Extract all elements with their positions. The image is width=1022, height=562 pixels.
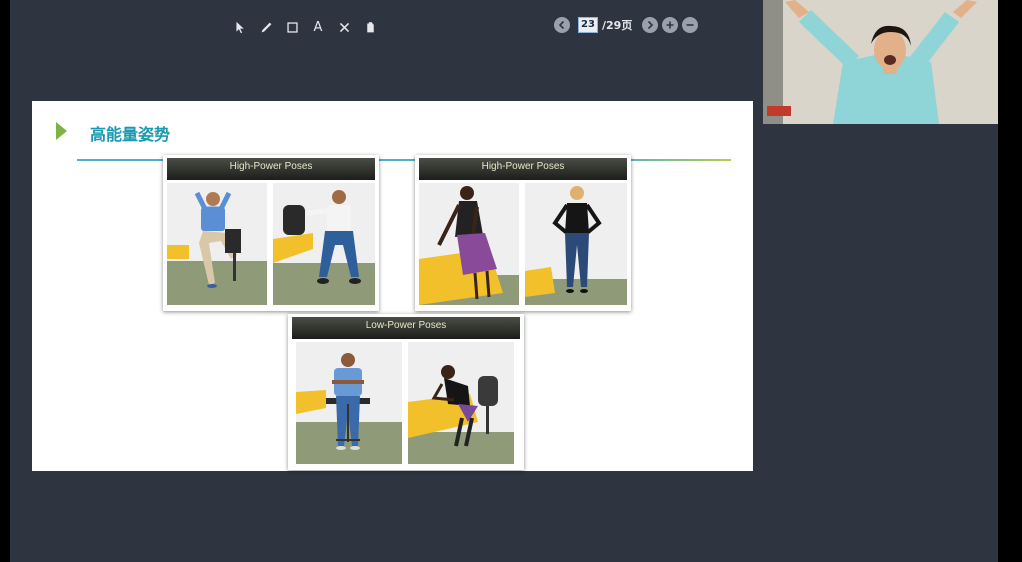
pose-card-high-1: High-Power Poses bbox=[163, 155, 379, 311]
photo-man-feet-up bbox=[273, 183, 375, 305]
plus-icon bbox=[666, 21, 674, 29]
slide-canvas: 高能量姿势 High-Power Poses High-Power Poses … bbox=[32, 101, 753, 471]
photo-woman-leaning bbox=[419, 183, 519, 305]
text-tool-glyph: A bbox=[313, 19, 323, 35]
photo-woman-slouched bbox=[408, 342, 514, 464]
slide-title: 高能量姿势 bbox=[90, 125, 171, 144]
pose-card-high-2: High-Power Poses bbox=[415, 155, 631, 311]
clear-tool-button[interactable] bbox=[336, 19, 352, 35]
page-total-label: /29页 bbox=[602, 19, 633, 32]
page-number-input[interactable]: 23 bbox=[578, 17, 598, 33]
title-bullet-icon bbox=[56, 122, 67, 140]
pointer-tool-button[interactable] bbox=[232, 19, 248, 35]
pointer-icon bbox=[235, 21, 244, 33]
annotation-toolbar: A bbox=[232, 14, 378, 40]
previous-page-button[interactable] bbox=[554, 17, 570, 33]
pose-card-low: Low-Power Poses bbox=[288, 314, 524, 470]
pen-tool-button[interactable] bbox=[258, 19, 274, 35]
photo-woman-standing bbox=[525, 183, 627, 305]
chevron-right-icon bbox=[648, 20, 654, 30]
minus-icon bbox=[686, 24, 694, 26]
eraser-tool-button[interactable] bbox=[362, 19, 378, 35]
page-navigation: 23 /29页 bbox=[554, 17, 699, 33]
photo-man-reclined bbox=[167, 183, 267, 305]
zoom-in-button[interactable] bbox=[662, 17, 679, 33]
pose-card-header: High-Power Poses bbox=[419, 158, 627, 180]
text-tool-button[interactable]: A bbox=[310, 19, 326, 35]
rectangle-tool-button[interactable] bbox=[284, 19, 300, 35]
pose-card-header: High-Power Poses bbox=[167, 158, 375, 180]
pose-card-header: Low-Power Poses bbox=[292, 317, 520, 339]
close-icon bbox=[339, 22, 349, 32]
zoom-out-button[interactable] bbox=[682, 17, 699, 33]
presenter-video-frame bbox=[763, 0, 998, 124]
photo-man-crossed-arms bbox=[296, 342, 402, 464]
chevron-left-icon bbox=[558, 20, 565, 30]
eraser-icon bbox=[366, 21, 374, 32]
rectangle-icon bbox=[286, 21, 298, 33]
pen-icon bbox=[261, 22, 271, 32]
next-page-button[interactable] bbox=[642, 17, 659, 33]
presenter-webcam-video[interactable] bbox=[763, 0, 998, 124]
